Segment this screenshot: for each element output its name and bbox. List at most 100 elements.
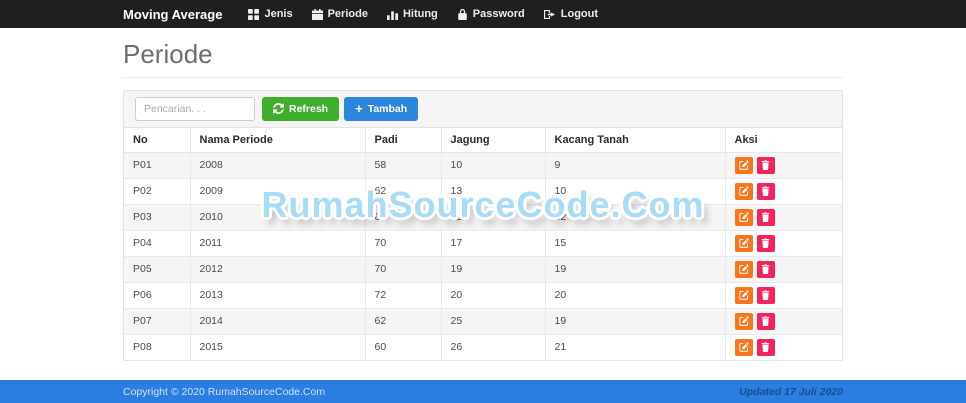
refresh-icon: [273, 103, 284, 114]
trash-icon: [761, 158, 770, 173]
table-toolbar: Refresh + Tambah: [124, 91, 842, 128]
tambah-label: Tambah: [368, 103, 407, 115]
table-row: P042011701715: [124, 230, 842, 256]
row-no: P07: [124, 308, 190, 334]
nav-item-logout[interactable]: Logout: [544, 8, 598, 20]
nav-item-label: Periode: [328, 8, 368, 20]
edit-icon: [739, 158, 749, 173]
navbar-container: Moving Average Jenis Periode Hitung Pass…: [123, 0, 843, 28]
row-nama-periode: 2014: [190, 308, 365, 334]
periode-table: No Nama Periode Padi Jagung Kacang Tanah…: [124, 128, 842, 360]
edit-button[interactable]: [735, 287, 753, 304]
table-row: P032010661512: [124, 204, 842, 230]
row-padi: 70: [365, 256, 441, 282]
row-no: P01: [124, 152, 190, 178]
trash-icon: [761, 210, 770, 225]
delete-button[interactable]: [757, 183, 775, 200]
row-nama-periode: 2010: [190, 204, 365, 230]
lock-icon: [457, 8, 468, 20]
logout-icon: [544, 9, 556, 20]
row-nama-periode: 2011: [190, 230, 365, 256]
edit-button[interactable]: [735, 157, 753, 174]
edit-button[interactable]: [735, 209, 753, 226]
edit-button[interactable]: [735, 183, 753, 200]
row-padi: 60: [365, 334, 441, 360]
row-jagung: 15: [441, 204, 545, 230]
trash-icon: [761, 288, 770, 303]
row-jagung: 17: [441, 230, 545, 256]
row-aksi: [725, 152, 842, 178]
edit-icon: [739, 288, 749, 303]
delete-button[interactable]: [757, 287, 775, 304]
edit-icon: [739, 314, 749, 329]
row-no: P03: [124, 204, 190, 230]
row-padi: 58: [365, 152, 441, 178]
nav-item-hitung[interactable]: Hitung: [387, 8, 438, 20]
edit-button[interactable]: [735, 339, 753, 356]
page-title: Periode: [123, 40, 843, 69]
nav-item-jenis[interactable]: Jenis: [248, 8, 292, 20]
row-kacang-tanah: 10: [545, 178, 725, 204]
table-row: P072014622519: [124, 308, 842, 334]
delete-button[interactable]: [757, 209, 775, 226]
delete-button[interactable]: [757, 313, 775, 330]
plus-icon: +: [355, 102, 363, 115]
edit-button[interactable]: [735, 235, 753, 252]
table-row: P082015602621: [124, 334, 842, 360]
grid-icon: [248, 9, 259, 20]
row-jagung: 26: [441, 334, 545, 360]
col-aksi: Aksi: [725, 128, 842, 153]
col-jagung: Jagung: [441, 128, 545, 153]
refresh-label: Refresh: [289, 103, 328, 115]
col-padi: Padi: [365, 128, 441, 153]
trash-icon: [761, 314, 770, 329]
row-aksi: [725, 334, 842, 360]
row-aksi: [725, 308, 842, 334]
table-row: P052012701919: [124, 256, 842, 282]
row-kacang-tanah: 9: [545, 152, 725, 178]
row-nama-periode: 2012: [190, 256, 365, 282]
nav-item-periode[interactable]: Periode: [312, 8, 368, 20]
row-aksi: [725, 282, 842, 308]
row-nama-periode: 2013: [190, 282, 365, 308]
delete-button[interactable]: [757, 157, 775, 174]
row-aksi: [725, 230, 842, 256]
row-no: P06: [124, 282, 190, 308]
edit-button[interactable]: [735, 261, 753, 278]
calendar-icon: [312, 9, 323, 20]
edit-button[interactable]: [735, 313, 753, 330]
row-no: P08: [124, 334, 190, 360]
row-kacang-tanah: 21: [545, 334, 725, 360]
row-jagung: 13: [441, 178, 545, 204]
row-kacang-tanah: 12: [545, 204, 725, 230]
search-input[interactable]: [135, 97, 255, 121]
delete-button[interactable]: [757, 235, 775, 252]
row-nama-periode: 2008: [190, 152, 365, 178]
row-jagung: 19: [441, 256, 545, 282]
delete-button[interactable]: [757, 339, 775, 356]
nav-item-label: Logout: [561, 8, 598, 20]
periode-panel: Refresh + Tambah No Nama Periode Padi Ja…: [123, 90, 843, 361]
brand-link[interactable]: Moving Average: [123, 7, 222, 22]
table-header-row: No Nama Periode Padi Jagung Kacang Tanah…: [124, 128, 842, 153]
title-divider: [123, 77, 843, 78]
nav-item-password[interactable]: Password: [457, 8, 525, 20]
row-aksi: [725, 256, 842, 282]
row-padi: 70: [365, 230, 441, 256]
footer-updated: Updated 17 Juli 2020: [739, 386, 843, 398]
edit-icon: [739, 184, 749, 199]
footer-copyright: Copyright © 2020 RumahSourceCode.Com: [123, 386, 325, 398]
delete-button[interactable]: [757, 261, 775, 278]
row-no: P02: [124, 178, 190, 204]
refresh-button[interactable]: Refresh: [262, 97, 339, 121]
table-row: P062013722020: [124, 282, 842, 308]
row-no: P05: [124, 256, 190, 282]
row-kacang-tanah: 15: [545, 230, 725, 256]
col-no: No: [124, 128, 190, 153]
row-kacang-tanah: 19: [545, 256, 725, 282]
tambah-button[interactable]: + Tambah: [344, 97, 418, 121]
bar-chart-icon: [387, 9, 398, 20]
edit-icon: [739, 262, 749, 277]
table-row: P022009621310: [124, 178, 842, 204]
col-nama-periode: Nama Periode: [190, 128, 365, 153]
